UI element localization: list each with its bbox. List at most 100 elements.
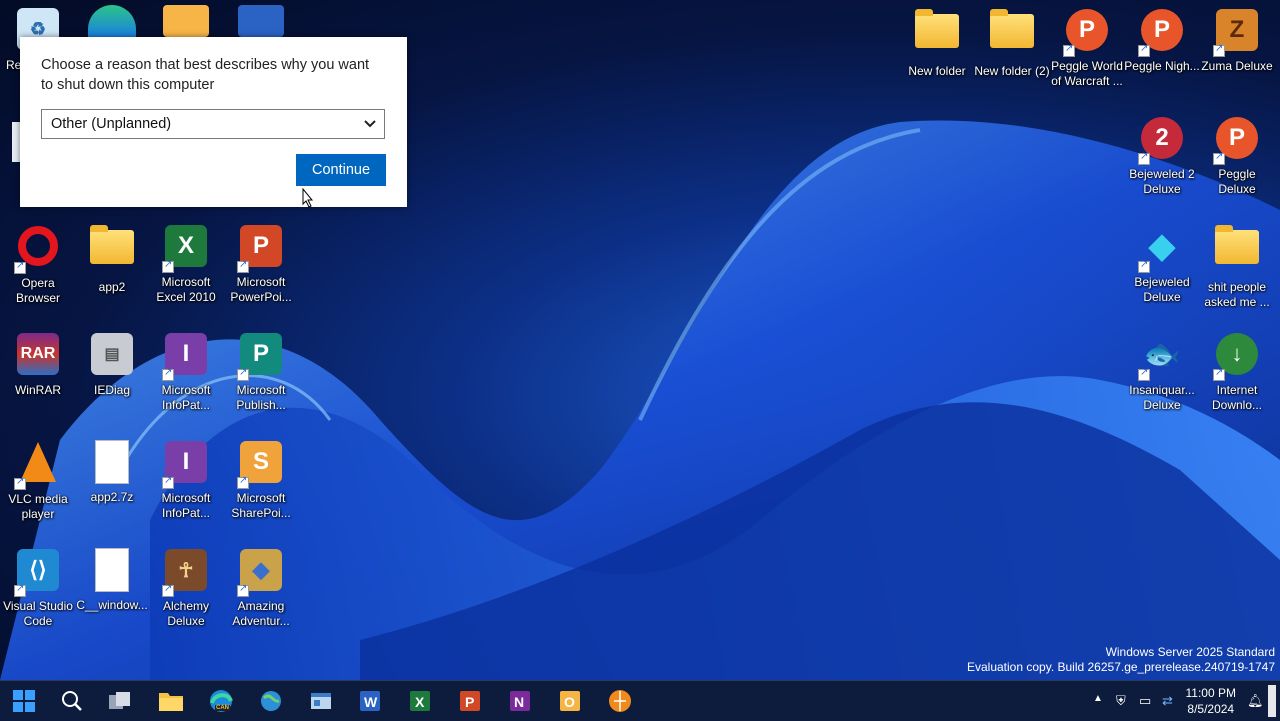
desktop-icon-alchemy[interactable]: ☥ Alchemy Deluxe	[148, 546, 224, 629]
desktop-icon-infopath-1[interactable]: I Microsoft InfoPat...	[148, 330, 224, 413]
desktop-icon-app2[interactable]: app2	[74, 222, 150, 295]
word-button[interactable]: W	[356, 687, 384, 715]
security-icon[interactable]: ⛨	[1116, 693, 1126, 709]
desktop-icon-opera[interactable]: Opera Browser	[0, 222, 76, 306]
task-view-button[interactable]	[106, 687, 134, 715]
bejeweled2-icon: 2	[1138, 117, 1186, 165]
notification-bell-icon[interactable]: 🔔︎	[1247, 693, 1264, 709]
search-button[interactable]	[58, 687, 86, 715]
continue-button[interactable]: Continue	[296, 154, 386, 186]
peggle-icon: P	[1213, 117, 1261, 165]
desktop-icon-peggle-wow[interactable]: P Peggle World of Warcraft ...	[1049, 6, 1125, 89]
powerpoint-icon: P	[460, 691, 480, 711]
desktop-icon-bejeweled2[interactable]: 2 Bejeweled 2 Deluxe	[1124, 114, 1200, 197]
folder-icon	[988, 9, 1036, 62]
word-icon: W	[360, 691, 380, 711]
clock-date: 8/5/2024	[1187, 702, 1235, 716]
edge-canary-badge: CAN	[215, 705, 230, 711]
desktop-icon-peggle-nights[interactable]: P Peggle Nigh...	[1124, 6, 1200, 74]
file-explorer-button[interactable]	[157, 687, 185, 715]
outlook-desktop-icon[interactable]	[163, 5, 209, 37]
shutdown-reason-dialog: Choose a reason that best describes why …	[20, 37, 407, 207]
desktop-icon-sharepoint[interactable]: S Microsoft SharePoi...	[223, 438, 299, 521]
iediag-icon: ▤	[88, 333, 136, 381]
desktop-icon-powerpoint[interactable]: P Microsoft PowerPoi...	[223, 222, 299, 305]
sharepoint-icon: S	[237, 441, 285, 489]
desktop-icon-vlc[interactable]: VLC media player	[0, 438, 76, 522]
taskbar-clock[interactable]: 11:00 PM 8/5/2024	[1186, 685, 1236, 717]
desktop-icon-iediag[interactable]: ▤ IEDiag	[74, 330, 150, 398]
amazing-adventures-icon: ◆	[237, 549, 285, 597]
desktop-icon-publisher[interactable]: P Microsoft Publish...	[223, 330, 299, 413]
svg-text:O: O	[564, 694, 575, 710]
svg-text:W: W	[364, 694, 378, 710]
media-player-button[interactable]	[606, 687, 634, 715]
bejeweled-icon: ◆	[1138, 225, 1186, 273]
media-player-icon	[609, 690, 631, 712]
outlook-icon: O	[560, 691, 580, 711]
show-desktop-button[interactable]	[1268, 685, 1276, 717]
tray-overflow-chevron-icon[interactable]: ▲	[1093, 693, 1103, 704]
taskbar: CAN W X P N O ▲ ⛨ ▭ ⇄ 11:00 PM 8/5/2024 …	[0, 680, 1280, 721]
desktop-icon-app2-7z[interactable]: app2.7z	[74, 438, 150, 505]
desktop-icon-excel[interactable]: X Microsoft Excel 2010	[148, 222, 224, 305]
shutdown-reason-select[interactable]: Other (Unplanned)	[41, 109, 385, 139]
desktop-icon-c-window[interactable]: C__window...	[74, 546, 150, 613]
windows-icon	[13, 690, 35, 712]
folder-icon	[1213, 225, 1261, 278]
svg-text:P: P	[465, 694, 474, 710]
network-icon[interactable]: ▭	[1139, 693, 1151, 709]
os-watermark: Windows Server 2025 Standard Evaluation …	[967, 645, 1275, 675]
desktop-icon-infopath-2[interactable]: I Microsoft InfoPat...	[148, 438, 224, 521]
desktop-icon-bejeweled[interactable]: ◆ Bejeweled Deluxe	[1124, 222, 1200, 305]
partial-icon[interactable]	[12, 122, 20, 162]
onenote-icon: N	[510, 691, 530, 711]
desktop-icon-winrar[interactable]: RAR WinRAR	[0, 330, 76, 398]
desktop-icon-idm[interactable]: ↓ Internet Downlo...	[1199, 330, 1275, 413]
clock-time: 11:00 PM	[1185, 686, 1236, 700]
vscode-icon: ⟨⟩	[14, 549, 62, 597]
zuma-icon: Z	[1213, 9, 1261, 57]
computer-management-button[interactable]	[307, 687, 335, 715]
peggle-icon: P	[1063, 9, 1111, 57]
task-view-icon	[109, 692, 130, 709]
server-manager-icon	[311, 693, 331, 709]
publisher-icon: P	[237, 333, 285, 381]
desktop-icon-vscode[interactable]: ⟨⟩ Visual Studio Code	[0, 546, 76, 629]
powerpoint-button[interactable]: P	[456, 687, 484, 715]
svg-text:X: X	[415, 694, 425, 710]
infopath-icon: I	[162, 333, 210, 381]
vlc-icon	[14, 442, 62, 490]
opera-icon	[14, 226, 62, 274]
language-icon[interactable]: ⇄	[1162, 693, 1173, 709]
shutdown-reason-question: Choose a reason that best describes why …	[41, 57, 370, 93]
selected-reason: Other (Unplanned)	[51, 116, 172, 132]
desktop-icon-peggle-deluxe[interactable]: P Peggle Deluxe	[1199, 114, 1275, 197]
desktop-icon-zuma[interactable]: Z Zuma Deluxe	[1199, 6, 1275, 74]
folder-icon	[88, 225, 136, 278]
network-app-button[interactable]	[257, 687, 285, 715]
desktop-icon-shit-people[interactable]: shit people asked me ...	[1199, 222, 1275, 310]
folder-icon	[913, 9, 961, 62]
search-icon	[62, 691, 82, 711]
desktop-icon-new-folder-2[interactable]: New folder (2)	[974, 6, 1050, 79]
watermark-edition: Windows Server 2025 Standard	[1105, 645, 1275, 659]
word-desktop-icon[interactable]	[238, 5, 284, 37]
desktop-icon-amazing-adventures[interactable]: ◆ Amazing Adventur...	[223, 546, 299, 629]
desktop-icon-insaniquarium[interactable]: 🐟 Insaniquar... Deluxe	[1124, 330, 1200, 413]
outlook-button[interactable]: O	[556, 687, 584, 715]
watermark-build: Evaluation copy. Build 26257.ge_prerelea…	[966, 660, 1275, 674]
desktop-icon-new-folder[interactable]: New folder	[899, 6, 975, 79]
alchemy-icon: ☥	[162, 549, 210, 597]
chevron-down-icon	[364, 110, 376, 148]
onenote-button[interactable]: N	[506, 687, 534, 715]
file-icon	[88, 548, 136, 596]
infopath-icon: I	[162, 441, 210, 489]
edge-button[interactable]: CAN	[207, 687, 235, 715]
excel-button[interactable]: X	[406, 687, 434, 715]
mouse-cursor	[302, 187, 314, 213]
peggle-icon: P	[1138, 9, 1186, 57]
start-button[interactable]	[10, 687, 38, 715]
svg-text:N: N	[514, 694, 524, 710]
excel-icon: X	[162, 225, 210, 273]
